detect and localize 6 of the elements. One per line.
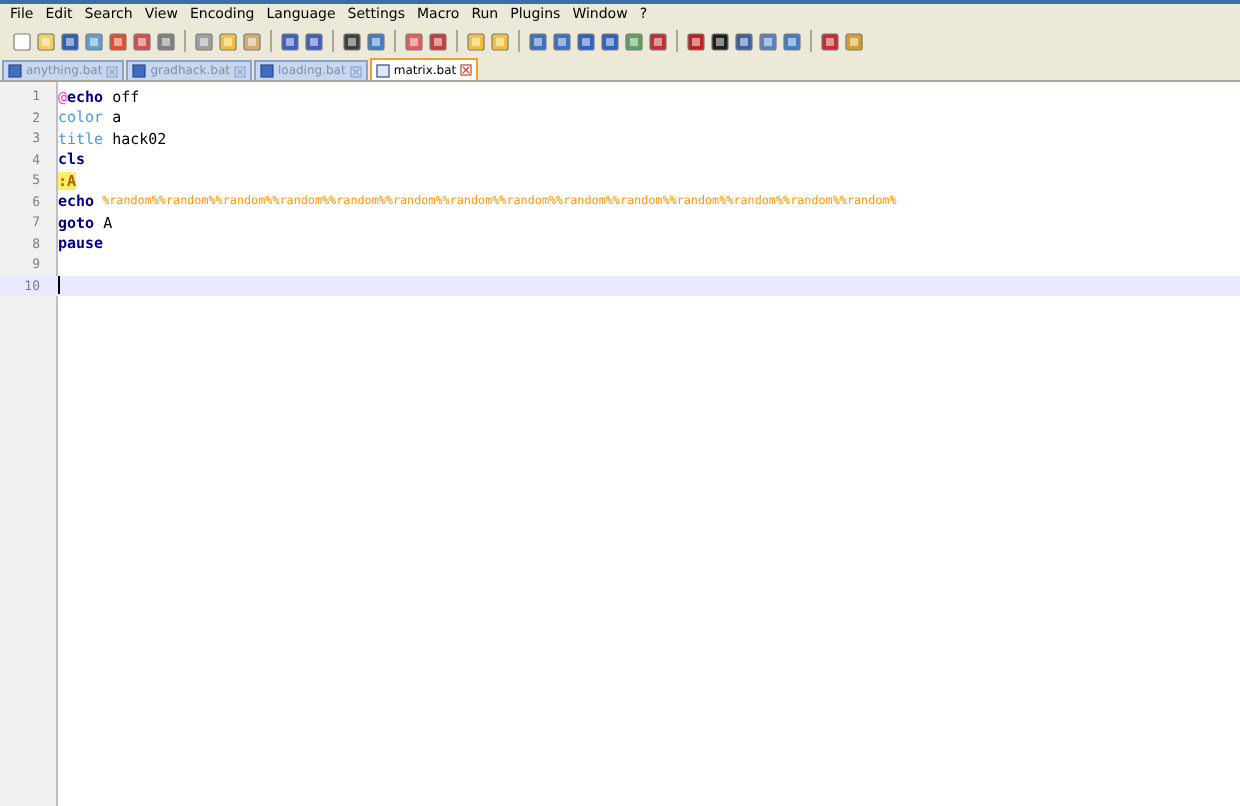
document-icon (375, 63, 390, 77)
document-icon (132, 64, 147, 78)
text-cursor (58, 276, 60, 295)
close-icon[interactable] (460, 64, 473, 76)
document-icon (259, 64, 274, 78)
document-icon (8, 64, 22, 78)
